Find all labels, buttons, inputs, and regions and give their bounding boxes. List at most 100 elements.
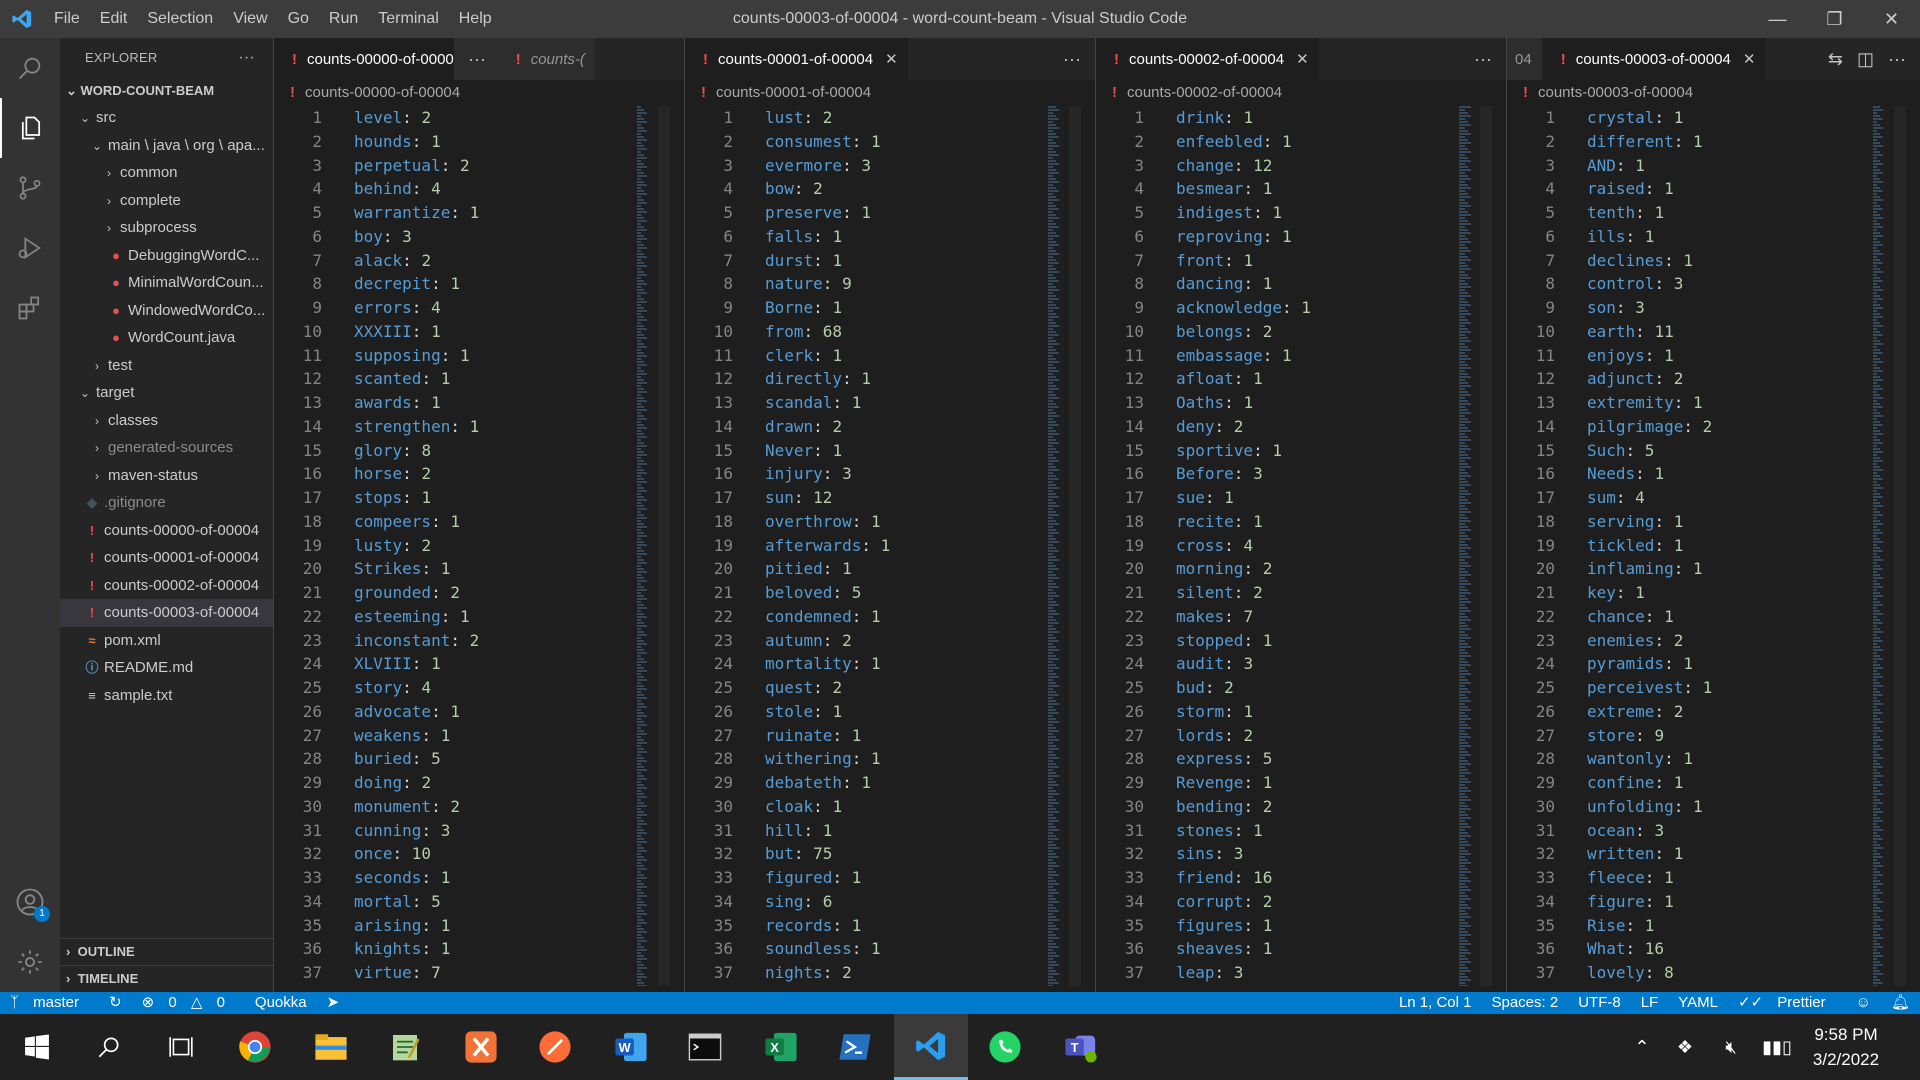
vertical-scrollbar[interactable]	[1069, 106, 1081, 986]
editor-tab[interactable]: ! counts-(	[497, 38, 596, 80]
source-control-icon[interactable]	[0, 158, 60, 218]
file-explorer-icon[interactable]	[294, 1014, 368, 1080]
breadcrumb[interactable]: ! counts-00000-of-00004	[274, 80, 684, 106]
clock[interactable]: 9:58 PM 3/2/2022	[1796, 1022, 1896, 1072]
problems-indicator[interactable]: ⊗ 0 △ 0	[132, 992, 245, 1014]
breadcrumb[interactable]: ! counts-00002-of-00004	[1096, 80, 1506, 106]
code-editor[interactable]: 1 level: 2 2 hounds: 1 3 perpetual: 2 4 behind:…	[274, 106, 684, 987]
more-actions-icon[interactable]: ···	[1474, 49, 1492, 70]
whatsapp-icon[interactable]	[968, 1014, 1042, 1080]
vertical-scrollbar[interactable]	[1480, 106, 1492, 986]
tree-item[interactable]: ! counts-00002-of-00004	[60, 572, 273, 600]
search-icon[interactable]	[0, 38, 60, 98]
breadcrumb[interactable]: ! counts-00001-of-00004	[685, 80, 1095, 106]
sync-icon[interactable]: ↻	[99, 992, 132, 1014]
tree-item[interactable]: ◆ .gitignore	[60, 489, 273, 517]
vertical-scrollbar[interactable]	[658, 106, 670, 986]
tree-item[interactable]: ≈ pom.xml	[60, 627, 273, 655]
notifications-bell-icon[interactable]: 🔔︎	[1881, 992, 1920, 1014]
rocket-icon[interactable]: ➤	[317, 992, 350, 1014]
indentation[interactable]: Spaces: 2	[1481, 992, 1568, 1014]
menu-edit[interactable]: Edit	[90, 0, 138, 38]
code-editor[interactable]: 1 drink: 1 2 enfeebled: 1 3 change: 12 4 besmea…	[1096, 106, 1506, 987]
menu-help[interactable]: Help	[449, 0, 502, 38]
close-tab-icon[interactable]: ✕	[1743, 50, 1756, 68]
tree-item[interactable]: › generated-sources	[60, 434, 273, 462]
code-editor[interactable]: 1 crystal: 1 2 different: 1 3 AND: 1 4 raised: …	[1507, 106, 1920, 987]
more-actions-icon[interactable]: ···	[468, 49, 486, 70]
menu-file[interactable]: File	[44, 0, 90, 38]
battery-icon[interactable]: ▮▮▯	[1754, 1037, 1800, 1058]
close-tab-icon[interactable]: ✕	[885, 50, 898, 68]
notepad-icon[interactable]	[368, 1014, 442, 1080]
menu-terminal[interactable]: Terminal	[368, 0, 448, 38]
timeline-section[interactable]: › TIMELINE	[60, 965, 273, 992]
run-debug-icon[interactable]	[0, 218, 60, 278]
restore-icon[interactable]: ❐	[1806, 0, 1863, 38]
quokka-item[interactable]: Quokka	[245, 992, 317, 1014]
tree-item[interactable]: › common	[60, 159, 273, 187]
feedback-icon[interactable]: ☺	[1846, 992, 1881, 1014]
outline-section[interactable]: › OUTLINE	[60, 938, 273, 965]
minimap[interactable]	[636, 106, 650, 987]
prettier-item[interactable]: ✓✓ Prettier	[1728, 992, 1846, 1014]
language-mode[interactable]: YAML	[1668, 992, 1728, 1014]
extensions-icon[interactable]	[0, 278, 60, 338]
branch-indicator[interactable]: ᛉ master	[0, 992, 99, 1014]
tree-item[interactable]: ⌄ src	[60, 104, 273, 132]
encoding[interactable]: UTF-8	[1568, 992, 1631, 1014]
excel-icon[interactable]: X	[744, 1014, 818, 1080]
tree-item[interactable]: ● MinimalWordCoun...	[60, 269, 273, 297]
search-icon[interactable]	[72, 1014, 146, 1080]
close-window-icon[interactable]: ✕	[1863, 0, 1920, 38]
code-editor[interactable]: 1 lust: 2 2 consumest: 1 3 evermore: 3 4 bow: 2…	[685, 106, 1095, 987]
accounts-icon[interactable]: 1	[0, 872, 60, 932]
tree-item[interactable]: ⌄ target	[60, 379, 273, 407]
editor-tab[interactable]: ! counts-00003-of-00004 ✕	[1542, 38, 1767, 80]
powershell-icon[interactable]	[818, 1014, 892, 1080]
minimize-icon[interactable]: —	[1749, 0, 1806, 38]
tree-item[interactable]: ● WordCount.java	[60, 324, 273, 352]
tree-item[interactable]: › subprocess	[60, 214, 273, 242]
menu-selection[interactable]: Selection	[137, 0, 223, 38]
minimap[interactable]	[1047, 106, 1061, 987]
end-of-line[interactable]: LF	[1631, 992, 1669, 1014]
tree-item[interactable]: ⓘ README.md	[60, 654, 273, 682]
editor-tab[interactable]: ! counts-00001-of-00004 ✕	[685, 38, 909, 80]
tree-item[interactable]: ! counts-00001-of-00004	[60, 544, 273, 572]
editor-tab[interactable]: 04	[1507, 38, 1543, 80]
word-icon[interactable]: W	[594, 1014, 668, 1080]
settings-gear-icon[interactable]	[0, 932, 60, 992]
menu-view[interactable]: View	[223, 0, 277, 38]
tree-item[interactable]: ● WindowedWordCo...	[60, 297, 273, 325]
vertical-scrollbar[interactable]	[1894, 106, 1906, 986]
tree-item[interactable]: ! counts-00003-of-00004	[60, 599, 273, 627]
breadcrumb[interactable]: ! counts-00003-of-00004	[1507, 80, 1920, 106]
tree-item[interactable]: ! counts-00000-of-00004	[60, 517, 273, 545]
more-actions-icon[interactable]: ···	[238, 38, 255, 78]
git-kraken-icon[interactable]	[444, 1014, 518, 1080]
task-view-icon[interactable]	[144, 1014, 218, 1080]
menu-go[interactable]: Go	[278, 0, 319, 38]
menu-run[interactable]: Run	[319, 0, 368, 38]
tree-item[interactable]: › test	[60, 352, 273, 380]
postman-icon[interactable]	[518, 1014, 592, 1080]
chevron-up-icon[interactable]: ⌃	[1622, 1037, 1662, 1058]
project-section-header[interactable]: ⌄ WORD-COUNT-BEAM	[60, 78, 273, 104]
minimap[interactable]	[1458, 106, 1472, 987]
open-changes-icon[interactable]: ⇆	[1828, 49, 1843, 70]
tree-item[interactable]: ≡ sample.txt	[60, 682, 273, 710]
vscode-taskbar-icon[interactable]	[894, 1014, 968, 1080]
chrome-icon[interactable]	[218, 1014, 292, 1080]
volume-muted-icon[interactable]: 🔇︎	[1708, 1037, 1754, 1058]
split-editor-icon[interactable]: ◫	[1857, 49, 1874, 70]
dropbox-icon[interactable]: ❖	[1662, 1037, 1708, 1058]
terminal-icon[interactable]	[668, 1014, 742, 1080]
editor-tab[interactable]: ! counts-00002-of-00004 ✕	[1096, 38, 1320, 80]
tree-item[interactable]: › maven-status	[60, 462, 273, 490]
explorer-icon[interactable]	[0, 98, 60, 158]
cursor-position[interactable]: Ln 1, Col 1	[1389, 992, 1482, 1014]
teams-icon[interactable]: T	[1044, 1014, 1118, 1080]
more-actions-icon[interactable]: ···	[1063, 49, 1081, 70]
start-icon[interactable]	[0, 1014, 74, 1080]
